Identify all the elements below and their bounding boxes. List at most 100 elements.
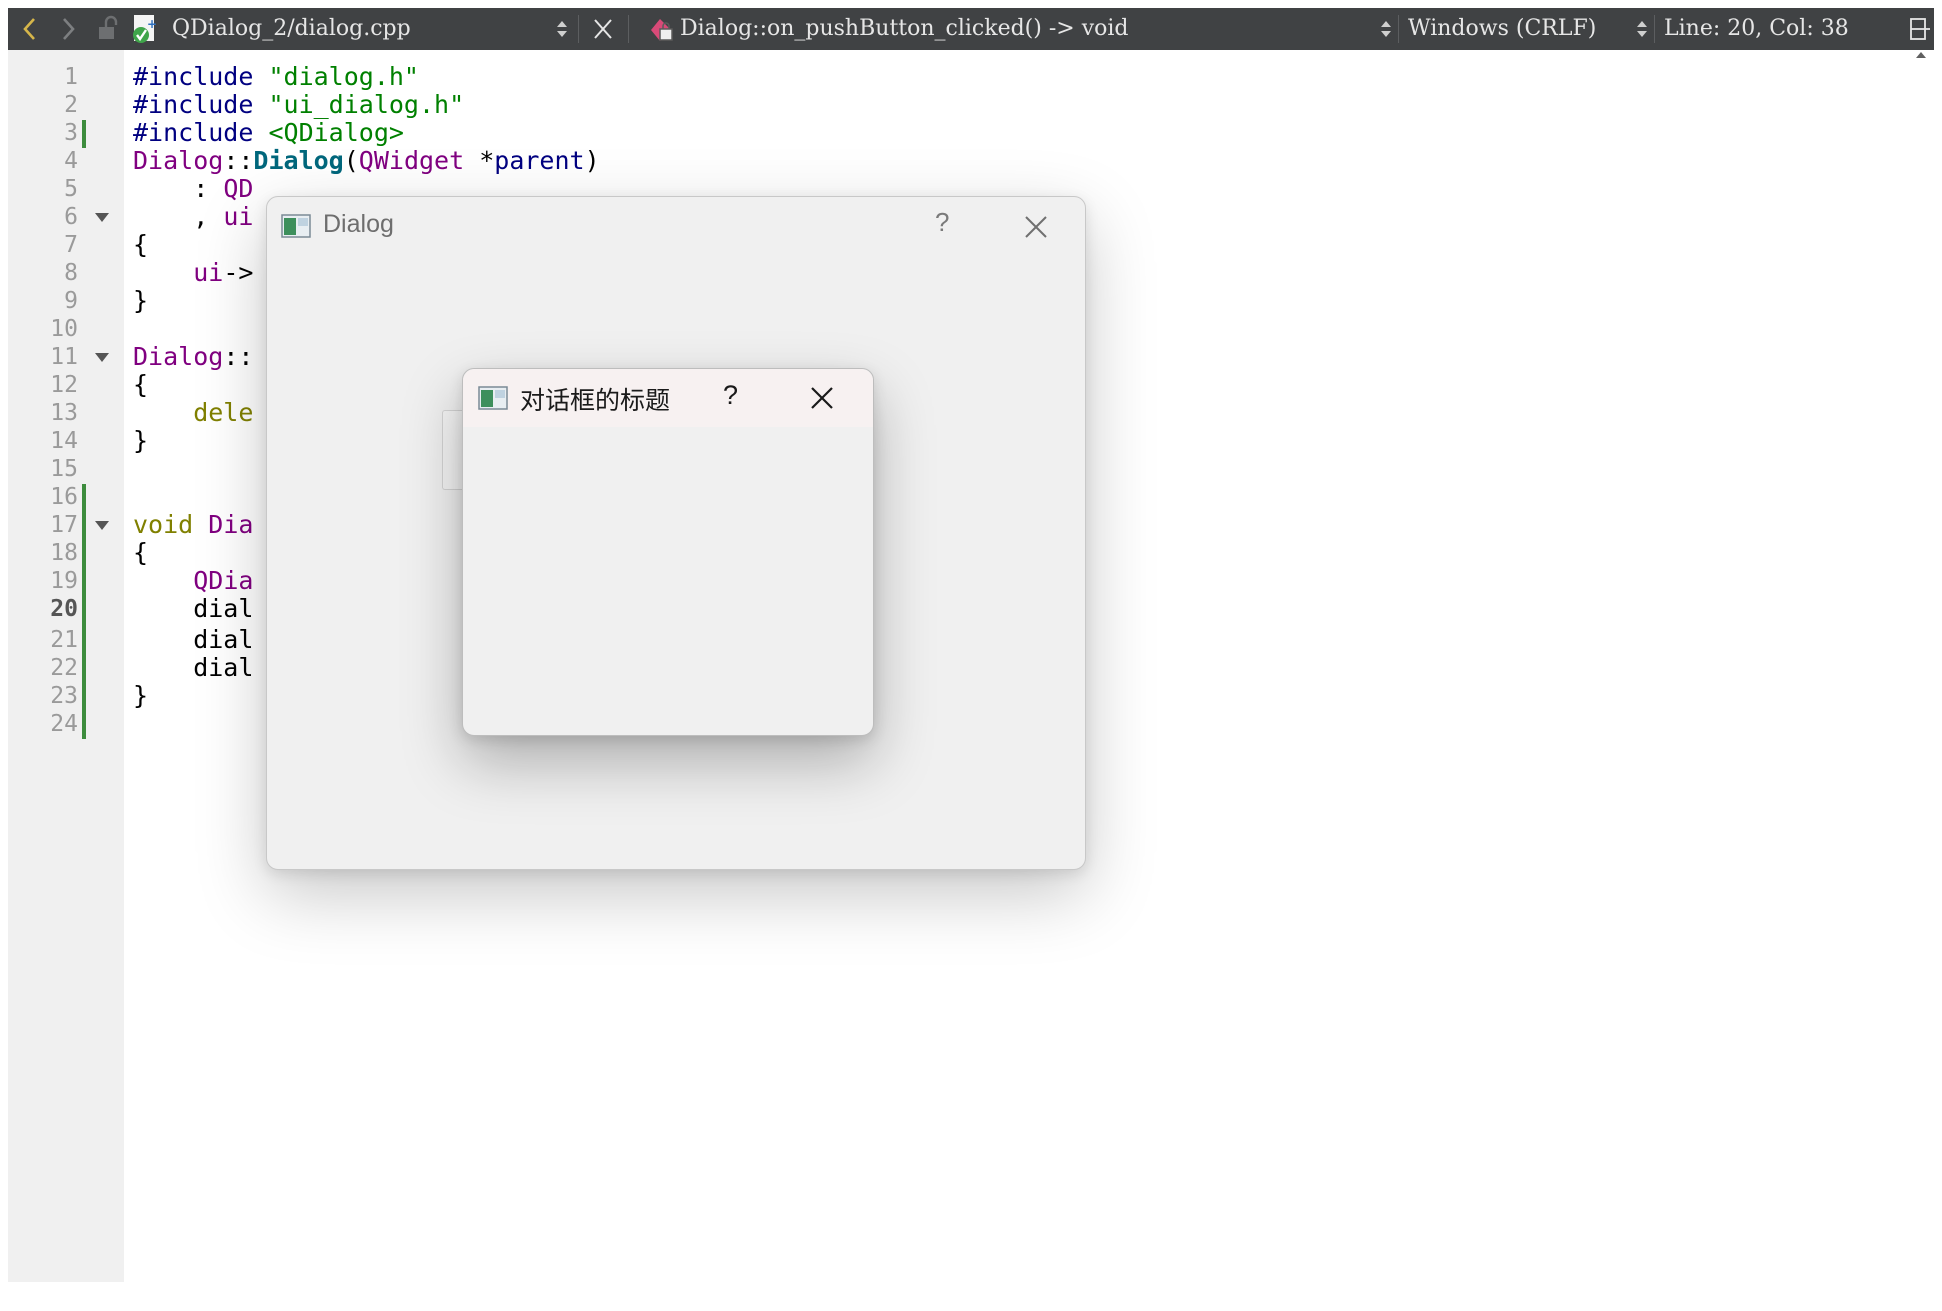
line-number[interactable]: 1 xyxy=(8,62,78,92)
line-number[interactable]: 9 xyxy=(8,286,78,316)
code-line[interactable]: dial xyxy=(133,625,253,655)
line-number[interactable]: 3 xyxy=(8,118,78,148)
code-line[interactable]: #include "dialog.h" xyxy=(133,62,419,92)
dialog-titlebar[interactable]: Dialog ? xyxy=(267,197,1085,257)
code-token: { xyxy=(133,230,149,259)
back-arrow-icon xyxy=(23,18,35,40)
scroll-up-arrow-icon[interactable] xyxy=(1916,52,1926,58)
line-number[interactable]: 12 xyxy=(8,370,78,400)
code-line[interactable]: : QD xyxy=(133,174,253,204)
help-button[interactable]: ? xyxy=(935,207,949,238)
line-number[interactable]: 13 xyxy=(8,398,78,428)
code-token: QD xyxy=(223,174,254,203)
code-token: Dia xyxy=(208,510,254,539)
close-icon[interactable] xyxy=(809,385,835,411)
code-line[interactable]: Dialog:: xyxy=(133,342,253,372)
line-number[interactable]: 24 xyxy=(8,709,78,739)
file-dropdown-button[interactable] xyxy=(554,8,570,50)
line-number[interactable]: 21 xyxy=(8,625,78,655)
fold-arrow-icon[interactable] xyxy=(95,353,109,362)
back-button[interactable] xyxy=(20,8,40,50)
line-number[interactable]: 7 xyxy=(8,230,78,260)
line-number[interactable]: 4 xyxy=(8,146,78,176)
code-token: ( xyxy=(343,146,359,175)
code-line[interactable]: #include <QDialog> xyxy=(133,118,404,148)
code-token: Dialog xyxy=(133,342,224,371)
line-number[interactable]: 23 xyxy=(8,681,78,711)
line-number[interactable]: 19 xyxy=(8,566,78,596)
inner-dialog-window[interactable]: 对话框的标题 ? xyxy=(462,368,874,736)
line-number[interactable]: 20 xyxy=(8,594,78,624)
code-token: , xyxy=(133,202,224,231)
line-number[interactable]: 16 xyxy=(8,482,78,512)
code-token: { xyxy=(133,538,149,567)
code-line[interactable]: dial xyxy=(133,594,253,624)
code-line[interactable]: void Dia xyxy=(133,510,253,540)
code-token: #include xyxy=(133,90,269,119)
line-number[interactable]: 14 xyxy=(8,426,78,456)
change-marker xyxy=(82,120,86,148)
line-number[interactable]: 10 xyxy=(8,314,78,344)
code-token: #include xyxy=(133,118,269,147)
code-token: } xyxy=(133,286,149,315)
cursor-position-label[interactable]: Line: 20, Col: 38 xyxy=(1664,8,1849,50)
code-line[interactable]: ui-> xyxy=(133,258,253,288)
code-line[interactable]: { xyxy=(133,230,148,260)
lock-icon xyxy=(99,15,118,39)
code-token: #include xyxy=(133,62,269,91)
code-token: dial xyxy=(133,625,254,654)
code-token: -> xyxy=(223,258,254,287)
code-line[interactable]: #include "ui_dialog.h" xyxy=(133,90,464,120)
line-number[interactable]: 5 xyxy=(8,174,78,204)
code-token: * xyxy=(464,146,495,175)
line-number[interactable]: 17 xyxy=(8,510,78,540)
line-number[interactable]: 6 xyxy=(8,202,78,232)
code-token: "dialog.h" xyxy=(268,62,419,91)
code-line[interactable]: dial xyxy=(133,653,253,683)
forward-button[interactable] xyxy=(58,8,78,50)
code-token: } xyxy=(133,681,149,710)
line-number[interactable]: 18 xyxy=(8,538,78,568)
code-line[interactable]: QDia xyxy=(133,566,253,596)
inner-dialog-titlebar[interactable]: 对话框的标题 ? xyxy=(463,369,873,427)
file-lock-button[interactable] xyxy=(96,8,120,50)
file-name-selector[interactable]: QDialog_2/dialog.cpp xyxy=(172,8,411,50)
code-token: ) xyxy=(584,146,600,175)
code-line[interactable]: } xyxy=(133,426,148,456)
dropdown-arrows-icon xyxy=(1381,21,1391,37)
code-token: :: xyxy=(223,146,254,175)
line-number[interactable]: 2 xyxy=(8,90,78,120)
code-line[interactable]: } xyxy=(133,681,148,711)
code-token: dele xyxy=(133,398,254,427)
function-selector[interactable]: Dialog::on_pushButton_clicked() -> void xyxy=(680,8,1129,50)
forward-arrow-icon xyxy=(63,18,75,40)
line-number[interactable]: 8 xyxy=(8,258,78,288)
line-ending-dropdown-button[interactable] xyxy=(1634,8,1650,50)
dropdown-arrows-icon xyxy=(1637,21,1647,37)
close-icon[interactable] xyxy=(1023,214,1049,240)
code-line[interactable]: } xyxy=(133,286,148,316)
code-line[interactable]: , ui xyxy=(133,202,253,232)
close-document-button[interactable] xyxy=(592,8,614,50)
code-line[interactable]: Dialog::Dialog(QWidget *parent) xyxy=(133,146,600,176)
help-button[interactable]: ? xyxy=(723,380,738,411)
fold-arrow-icon[interactable] xyxy=(95,213,109,222)
app-window-icon xyxy=(281,214,311,238)
line-ending-selector[interactable]: Windows (CRLF) xyxy=(1408,8,1596,50)
line-number[interactable]: 11 xyxy=(8,342,78,372)
code-token: dial xyxy=(133,653,254,682)
code-token: void xyxy=(133,510,209,539)
line-number[interactable]: 15 xyxy=(8,454,78,484)
inner-dialog-title: 对话框的标题 xyxy=(520,386,671,415)
split-icon xyxy=(1910,18,1930,40)
split-button[interactable] xyxy=(1908,8,1930,50)
code-line[interactable]: { xyxy=(133,370,148,400)
code-line[interactable]: dele xyxy=(133,398,253,428)
change-marker xyxy=(82,484,86,739)
line-number[interactable]: 22 xyxy=(8,653,78,683)
code-line[interactable]: { xyxy=(133,538,148,568)
function-dropdown-button[interactable] xyxy=(1378,8,1394,50)
fold-arrow-icon[interactable] xyxy=(95,521,109,530)
function-icon xyxy=(651,19,673,41)
